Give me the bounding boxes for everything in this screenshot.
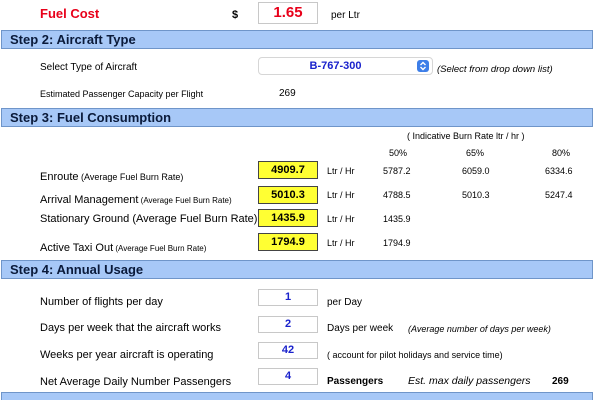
select-hint: (Select from drop down list) xyxy=(437,64,553,75)
days-per-week-note: (Average number of days per week) xyxy=(408,324,551,334)
taxi-burn-input[interactable]: 1794.9 xyxy=(258,233,318,251)
fuel-cost-label: Fuel Cost xyxy=(40,6,100,21)
rate-50: 1435.9 xyxy=(383,214,411,224)
capacity-label: Estimated Passenger Capacity per Flight xyxy=(40,89,204,99)
est-max-passengers-value: 269 xyxy=(552,376,569,387)
weeks-per-year-input[interactable]: 42 xyxy=(258,342,318,359)
rate-80: 6334.6 xyxy=(545,166,573,176)
rate-80: 5247.4 xyxy=(545,190,573,200)
burn-unit: Ltr / Hr xyxy=(327,238,355,248)
currency-symbol: $ xyxy=(232,9,239,21)
step3-header: Step 3: Fuel Consumption xyxy=(1,108,593,127)
weeks-per-year-label: Weeks per year aircraft is operating xyxy=(40,349,214,361)
step4-header: Step 4: Annual Usage xyxy=(1,260,593,279)
chevron-updown-icon xyxy=(417,60,429,72)
pct-header-80: 80% xyxy=(552,148,571,158)
aircraft-type-value: B-767-300 xyxy=(309,60,362,72)
burn-unit: Ltr / Hr xyxy=(327,190,355,200)
burn-row-label: Arrival Management (Average Fuel Burn Ra… xyxy=(40,194,232,206)
days-per-week-label: Days per week that the aircraft works xyxy=(40,322,221,334)
burn-unit: Ltr / Hr xyxy=(327,214,355,224)
rate-65: 5010.3 xyxy=(462,190,490,200)
capacity-value: 269 xyxy=(279,88,296,99)
burn-row-label: Active Taxi Out (Average Fuel Burn Rate) xyxy=(40,242,207,254)
weeks-per-year-note: ( account for pilot holidays and service… xyxy=(327,350,503,360)
arrival-burn-input[interactable]: 5010.3 xyxy=(258,186,318,204)
enroute-burn-input[interactable]: 4909.7 xyxy=(258,161,318,179)
flights-per-day-unit: per Day xyxy=(327,297,363,308)
flights-per-day-input[interactable]: 1 xyxy=(258,289,318,306)
pct-header-65: 65% xyxy=(466,148,485,158)
fuel-cost-unit: per Ltr xyxy=(331,10,360,21)
select-aircraft-label: Select Type of Aircraft xyxy=(40,62,138,73)
rate-50: 1794.9 xyxy=(383,238,411,248)
pct-header-50: 50% xyxy=(389,148,408,158)
days-per-week-input[interactable]: 2 xyxy=(258,316,318,333)
burn-row-label: Enroute (Average Fuel Burn Rate) xyxy=(40,171,184,183)
burn-row-label: Stationary Ground (Average Fuel Burn Rat… xyxy=(40,213,258,225)
rate-65: 6059.0 xyxy=(462,166,490,176)
stationary-burn-input[interactable]: 1435.9 xyxy=(258,209,318,227)
rate-50: 5787.2 xyxy=(383,166,411,176)
flights-per-day-label: Number of flights per day xyxy=(40,296,163,308)
rate-50: 4788.5 xyxy=(383,190,411,200)
aircraft-type-select[interactable]: B-767-300 xyxy=(258,57,433,75)
daily-passengers-input[interactable]: 4 xyxy=(258,368,318,385)
indicative-burn-title: ( Indicative Burn Rate ltr / hr ) xyxy=(407,131,525,141)
next-step-header xyxy=(1,392,593,400)
fuel-cost-input[interactable]: 1.65 xyxy=(258,2,318,24)
days-per-week-unit: Days per week xyxy=(327,323,394,334)
burn-unit: Ltr / Hr xyxy=(327,166,355,176)
daily-passengers-label: Net Average Daily Number Passengers xyxy=(40,376,232,388)
est-max-passengers-label: Est. max daily passengers xyxy=(408,375,531,387)
step2-header: Step 2: Aircraft Type xyxy=(1,30,593,49)
daily-passengers-unit: Passengers xyxy=(327,376,384,387)
